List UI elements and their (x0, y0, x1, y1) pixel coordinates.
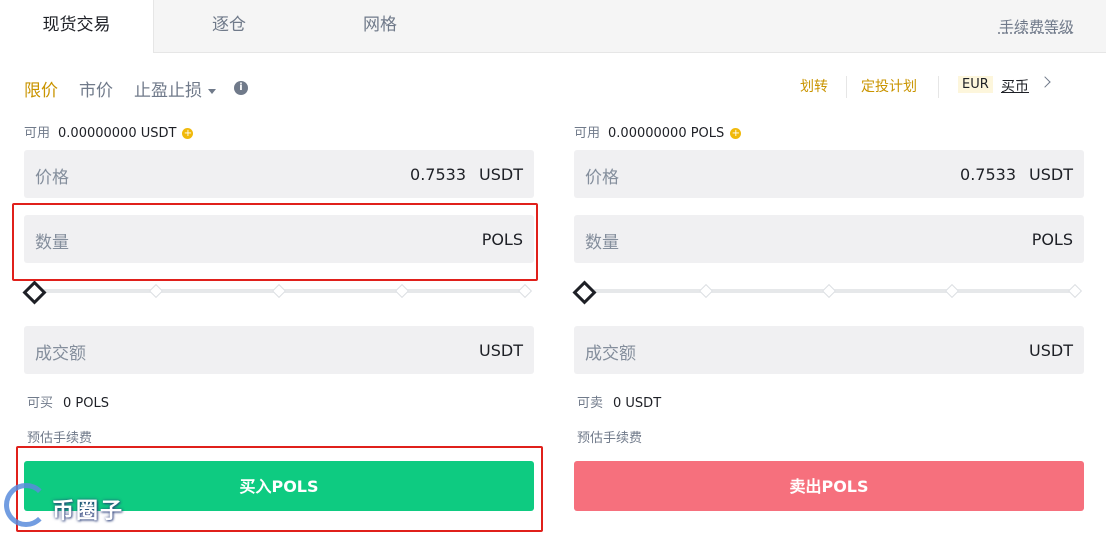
slider-handle[interactable] (572, 280, 597, 305)
price-value: 0.7533 (960, 165, 1016, 184)
max-sell-label: 可卖 (577, 396, 604, 411)
total-unit: USDT (1029, 341, 1073, 360)
deposit-plus-icon[interactable]: + (730, 128, 742, 139)
price-value: 0.7533 (410, 165, 466, 184)
available-label: 可用 (24, 126, 51, 141)
slider-mark-25[interactable] (698, 283, 714, 299)
max-buy-value: 0 POLS (63, 396, 109, 411)
max-buy-label: 可买 (27, 396, 54, 411)
sell-total-input[interactable]: 成交额 USDT (574, 326, 1084, 374)
slider-mark-100[interactable] (1067, 283, 1083, 299)
slider-mark-100[interactable] (517, 283, 533, 299)
sell-amount-input[interactable]: 数量 POLS (574, 215, 1084, 263)
amount-unit: POLS (481, 230, 523, 249)
buy-total-input[interactable]: 成交额 USDT (24, 326, 534, 374)
total-placeholder: 成交额 (585, 344, 636, 364)
sell-panel: 可用 0.00000000 POLS + 价格 0.7533 USDT 数量 POL… (572, 0, 1084, 538)
watermark-logo: 币圈子 (4, 483, 154, 533)
sell-fee-estimate: 预估手续费 (577, 427, 652, 446)
total-unit: USDT (479, 341, 523, 360)
amount-placeholder: 数量 (35, 233, 69, 253)
slider-mark-75[interactable] (944, 283, 960, 299)
sell-max: 可卖 0 USDT (577, 392, 661, 411)
total-placeholder: 成交额 (35, 344, 86, 364)
price-label: 价格 (35, 168, 69, 188)
slider-mark-75[interactable] (394, 283, 410, 299)
price-unit: USDT (479, 165, 523, 184)
watermark-text: 币圈子 (52, 499, 125, 524)
price-label: 价格 (585, 168, 619, 188)
available-label: 可用 (574, 126, 601, 141)
sell-available: 可用 0.00000000 POLS + (574, 122, 742, 141)
fee-estimate-label: 预估手续费 (577, 431, 643, 446)
buy-price-input[interactable]: 价格 0.7533 USDT (24, 150, 534, 198)
buy-amount-slider[interactable] (22, 280, 534, 305)
slider-mark-50[interactable] (271, 283, 287, 299)
amount-unit: POLS (1031, 230, 1073, 249)
slider-handle[interactable] (22, 280, 47, 305)
buy-amount-input[interactable]: 数量 POLS (24, 215, 534, 263)
available-value: 0.00000000 POLS (608, 126, 725, 141)
slider-mark-25[interactable] (148, 283, 164, 299)
price-unit: USDT (1029, 165, 1073, 184)
max-sell-value: 0 USDT (613, 396, 662, 411)
sell-price-input[interactable]: 价格 0.7533 USDT (574, 150, 1084, 198)
sell-amount-slider[interactable] (572, 280, 1084, 305)
watermark-arc-icon (4, 483, 48, 527)
slider-mark-50[interactable] (821, 283, 837, 299)
buy-available: 可用 0.00000000 USDT + (24, 122, 194, 141)
available-value: 0.00000000 USDT (58, 126, 177, 141)
buy-panel: 可用 0.00000000 USDT + 价格 0.7533 USDT 数量 POL… (22, 0, 534, 538)
amount-placeholder: 数量 (585, 233, 619, 253)
sell-button[interactable]: 卖出POLS (574, 461, 1084, 511)
buy-fee-estimate: 预估手续费 (27, 427, 102, 446)
deposit-plus-icon[interactable]: + (182, 128, 194, 139)
buy-max: 可买 0 POLS (27, 392, 109, 411)
fee-estimate-label: 预估手续费 (27, 431, 93, 446)
